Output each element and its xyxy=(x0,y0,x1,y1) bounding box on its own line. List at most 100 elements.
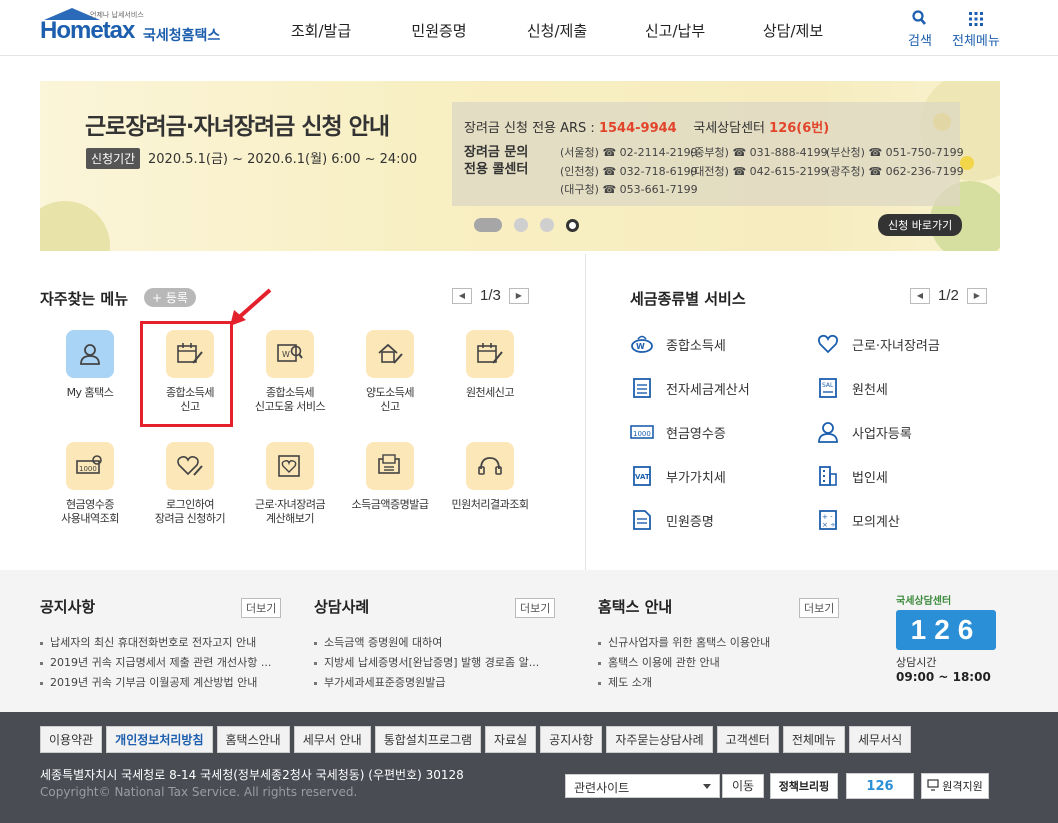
fav-label: 원천세신고 xyxy=(465,386,515,399)
footer-allmenu-link[interactable]: 전체메뉴 xyxy=(782,726,846,753)
salary-doc-icon: SAL xyxy=(816,376,840,400)
promo-banner[interactable]: 근로장려금·자녀장려금 신청 안내 신청기간 2020.5.1(금) ~ 202… xyxy=(40,81,1000,251)
notice-item[interactable]: 2019년 귀속 지급명세서 제출 관련 개선사항 ... xyxy=(40,653,285,673)
notice-item[interactable]: 2019년 귀속 기부금 이월공제 계산방법 안내 xyxy=(40,673,285,693)
consult-case-board: 상담사례 더보기 소득금액 증명원에 대하여 지방세 납세증명서[완납증명] 발… xyxy=(314,596,559,689)
footer-library-link[interactable]: 자료실 xyxy=(485,726,537,753)
notice-item[interactable]: 납세자의 최신 휴대전화번호로 전자고지 안내 xyxy=(40,633,285,653)
tax-prev-button[interactable]: ◀ xyxy=(910,287,930,304)
triangle-right-icon: ▶ xyxy=(515,291,522,300)
footer-notice-link[interactable]: 공지사항 xyxy=(540,726,603,753)
svg-text:VAT: VAT xyxy=(635,473,650,481)
apply-shortcut-button[interactable]: 신청 바로가기 xyxy=(878,214,963,236)
fav-label: 로그인하여 장려금 신청하기 xyxy=(154,498,226,525)
callcenter-title: 장려금 문의 전용 콜센터 xyxy=(464,145,529,177)
svg-text:× ÷: × ÷ xyxy=(822,521,836,529)
search-button[interactable]: 검색 xyxy=(908,10,932,49)
fav-label: 종합소득세 신고도움 서비스 xyxy=(254,386,326,413)
tax-item-label: 근로·자녀장려금 xyxy=(852,338,940,354)
policy-briefing-banner[interactable]: 정책브리핑 xyxy=(770,773,838,799)
favorite-next-button[interactable]: ▶ xyxy=(508,287,529,304)
all-menu-button[interactable]: 전체메뉴 xyxy=(952,10,1000,49)
tax-next-button[interactable]: ▶ xyxy=(966,287,987,304)
tax-simulation[interactable]: + - × ÷ 모의계산 xyxy=(816,508,900,532)
footer-faq-link[interactable]: 자주묻는상담사례 xyxy=(606,726,713,753)
hometax-guide-more-button[interactable]: 더보기 xyxy=(799,598,840,618)
remote-support-banner[interactable]: 원격지원 xyxy=(921,773,989,799)
related-site-select[interactable]: 관련사이트 xyxy=(565,774,720,798)
tax-item-label: 전자세금계산서 xyxy=(666,382,750,398)
highlight-annotation-box xyxy=(140,321,233,427)
footer-taxforms-link[interactable]: 세무서식 xyxy=(849,726,912,753)
ars-number: 1544-9944 xyxy=(598,121,677,136)
fav-income-cert[interactable]: 소득금액증명발급 xyxy=(340,442,440,512)
favorite-prev-button[interactable]: ◀ xyxy=(452,287,472,304)
hometax-guide-item[interactable]: 신규사업자를 위한 홈택스 이용안내 xyxy=(598,633,843,653)
tax-cash-receipt[interactable]: 1000 현금영수증 xyxy=(630,420,726,444)
fav-my-hometax[interactable]: My 홈택스 xyxy=(40,330,140,400)
nav-consult[interactable]: 상담/제보 xyxy=(734,0,852,56)
call-jungbu: (중부청) ☎ 031-888-4199 xyxy=(690,146,828,159)
center-caption: 국세상담센터 xyxy=(896,596,952,607)
search-icon xyxy=(908,10,932,28)
fav-label: 민원처리결과조회 xyxy=(451,498,529,511)
nav-civil-cert[interactable]: 민원증명 xyxy=(380,0,498,56)
nav-apply[interactable]: 신청/제출 xyxy=(498,0,616,56)
tax-vat[interactable]: VAT 부가가치세 xyxy=(630,464,726,488)
fav-label: 소득금액증명발급 xyxy=(351,498,429,511)
footer-privacy-link[interactable]: 개인정보처리방침 xyxy=(106,726,213,753)
receipt-1000-icon: 1000 xyxy=(630,420,654,444)
tax-civil-cert[interactable]: 민원증명 xyxy=(630,508,714,532)
fav-civil-result[interactable]: 민원처리결과조회 xyxy=(440,442,540,512)
banner-dot-2[interactable] xyxy=(514,218,528,232)
footer-address: 세종특별자치시 국세청로 8-14 국세청(정부세종2청사 국세청동) (우편번… xyxy=(40,768,464,782)
banner-pause-icon[interactable] xyxy=(566,218,579,232)
hometax-guide-item[interactable]: 제도 소개 xyxy=(598,673,843,693)
tax-corporate[interactable]: 법인세 xyxy=(816,464,888,488)
nav-report-pay[interactable]: 신고/납부 xyxy=(616,0,734,56)
nav-inquiry[interactable]: 조회/발급 xyxy=(262,0,380,56)
hometax-logo[interactable]: 언제나 납세서비스 Hometax 국세청홈택스 xyxy=(40,8,230,48)
tax-incentive[interactable]: 근로·자녀장려금 xyxy=(816,332,940,356)
call-center-126-banner[interactable]: 126 xyxy=(846,773,914,799)
footer-customer-link[interactable]: 고객센터 xyxy=(716,726,779,753)
fav-incentive-calculator[interactable]: 근로·자녀장려금 계산해보기 xyxy=(240,442,340,526)
call-busan: (부산청) ☎ 051-750-7199 xyxy=(826,146,964,159)
banner-dot-3[interactable] xyxy=(540,218,554,232)
fav-cash-receipt-history[interactable]: 1000 현금영수증 사용내역조회 xyxy=(40,442,140,526)
tax-service-section: 세금종류별 서비스 ◀ 1/2 ▶ W 종합소득세 근로·자녀장려금 전자세금계… xyxy=(630,270,1010,560)
footer-install-link[interactable]: 통합설치프로그램 xyxy=(374,726,482,753)
consult-case-item[interactable]: 지방세 납세증명서[완납증명] 발행 경로좀 알... xyxy=(314,653,559,673)
tax-business-registration[interactable]: 사업자등록 xyxy=(816,420,912,444)
footer-taxoffice-link[interactable]: 세무서 안내 xyxy=(293,726,371,753)
footer-terms-link[interactable]: 이용약관 xyxy=(40,726,103,753)
fav-income-tax-help[interactable]: W 종합소득세 신고도움 서비스 xyxy=(240,330,340,414)
center-label: 국세상담센터 xyxy=(693,121,766,136)
footer-guide-link[interactable]: 홈택스안내 xyxy=(216,726,290,753)
consult-case-item[interactable]: 소득금액 증명원에 대하여 xyxy=(314,633,559,653)
consult-case-item[interactable]: 부가세과세표준증명원발급 xyxy=(314,673,559,693)
banner-dot-1[interactable] xyxy=(474,218,502,232)
person-icon xyxy=(816,420,840,444)
tax-item-label: 모의계산 xyxy=(852,514,900,530)
receipt-search-icon: 1000 xyxy=(66,442,114,490)
headset-icon xyxy=(466,442,514,490)
svg-text:+ -: + - xyxy=(822,513,833,521)
tax-withholding[interactable]: SAL 원천세 xyxy=(816,376,888,400)
board-section: 공지사항 더보기 납세자의 최신 휴대전화번호로 전자고지 안내 2019년 귀… xyxy=(0,570,1058,712)
notice-more-button[interactable]: 더보기 xyxy=(241,598,282,618)
tax-item-label: 원천세 xyxy=(852,382,888,398)
call-center-126-badge[interactable]: 국세상담센터 126 상담시간 09:00 ~ 18:00 xyxy=(896,592,1006,692)
consult-case-more-button[interactable]: 더보기 xyxy=(515,598,556,618)
tax-e-invoice[interactable]: 전자세금계산서 xyxy=(630,376,750,400)
favorite-register-button[interactable]: + 등록 xyxy=(144,288,196,307)
fav-transfer-tax-report[interactable]: 양도소득세 신고 xyxy=(340,330,440,414)
tax-general-income[interactable]: W 종합소득세 xyxy=(630,332,726,356)
hometax-guide-item[interactable]: 홈택스 이용에 관한 안내 xyxy=(598,653,843,673)
vat-icon: VAT xyxy=(630,464,654,488)
fav-incentive-apply-login[interactable]: 로그인하여 장려금 신청하기 xyxy=(140,442,240,526)
fav-withholding-report[interactable]: 원천세신고 xyxy=(440,330,540,400)
logo-word: Hometax xyxy=(40,17,135,44)
fav-label: 근로·자녀장려금 계산해보기 xyxy=(254,498,326,525)
related-site-go-button[interactable]: 이동 xyxy=(722,774,764,798)
